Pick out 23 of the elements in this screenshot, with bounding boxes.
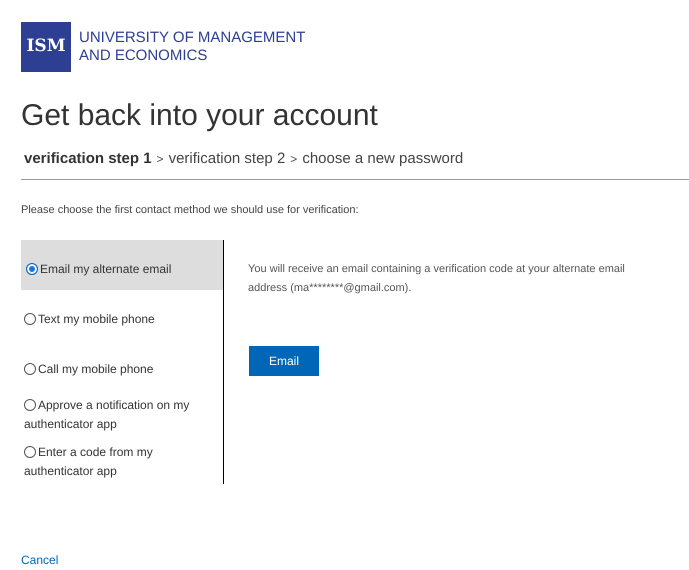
- instructions: Please choose the first contact method we should use for verification:: [21, 202, 360, 218]
- contact-method-option[interactable]: Text my mobile phone: [21, 290, 223, 340]
- radio-button[interactable]: [26, 263, 38, 275]
- contact-method-option[interactable]: Call my mobile phone: [21, 340, 223, 390]
- contact-method-option[interactable]: Email my alternate email: [21, 240, 223, 290]
- step-label: verification step 2: [168, 149, 286, 169]
- radio-button[interactable]: [24, 446, 36, 458]
- page-title: Get back into your account: [21, 98, 379, 134]
- university-name: UNIVERSITY OF MANAGEMENT: [79, 29, 306, 47]
- radio-button[interactable]: [24, 399, 36, 411]
- logo-mark: ISM: [21, 22, 71, 72]
- step-label: verification step 1: [24, 149, 152, 169]
- radio-button[interactable]: [24, 313, 36, 325]
- contact-method-option[interactable]: Approve a notification on my authenticator app: [21, 390, 223, 437]
- contact-method-option[interactable]: Enter a code from my authenticator app: [21, 437, 223, 484]
- cancel-link[interactable]: Cancel: [21, 551, 58, 569]
- radio-button[interactable]: [24, 363, 36, 375]
- step-separator: >: [156, 151, 164, 168]
- step-separator: >: [290, 151, 298, 168]
- university-name: AND ECONOMICS: [79, 47, 208, 65]
- step-label: choose a new password: [302, 149, 464, 169]
- email-button[interactable]: Email: [249, 346, 319, 376]
- verification-message: You will receive an email containing a verification code at your alternate email address (ma********@gmail.com).: [248, 262, 626, 296]
